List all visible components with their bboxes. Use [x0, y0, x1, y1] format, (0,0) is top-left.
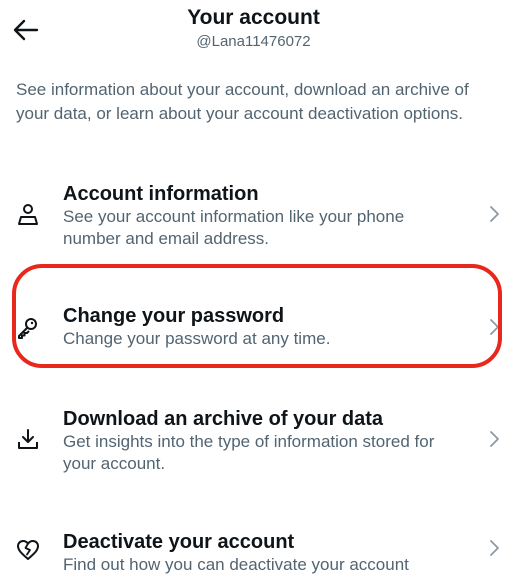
download-archive-item[interactable]: Download an archive of your data Get ins… [0, 405, 507, 475]
account-username: @Lana11476072 [196, 33, 311, 50]
account-information-title: Account information [63, 183, 259, 205]
download-archive-title: Download an archive of your data [63, 408, 384, 430]
account-information-item[interactable]: Account information See your account inf… [0, 180, 507, 250]
chevron-right-icon [490, 540, 499, 556]
broken-heart-icon [17, 540, 39, 560]
top-bar: Your account @Lana11476072 [0, 0, 507, 60]
change-password-title: Change your password [63, 305, 285, 327]
page-title: Your account [187, 6, 320, 29]
download-icon [18, 429, 38, 449]
change-password-description: Change your password at any time. [63, 329, 331, 348]
account-information-description: See your account information like your p… [63, 207, 405, 248]
key-icon [18, 318, 37, 339]
download-archive-description: Get insights into the type of informatio… [63, 432, 435, 473]
chevron-right-icon [490, 319, 499, 335]
person-icon [18, 204, 38, 225]
chevron-right-icon [490, 431, 499, 447]
deactivate-account-item[interactable]: Deactivate your account Find out how you… [0, 528, 507, 576]
chevron-right-icon [490, 206, 499, 222]
account-settings-page: Your account @Lana11476072 See informati… [0, 0, 507, 576]
change-password-item[interactable]: Change your password Change your passwor… [0, 302, 507, 358]
header-titles: Your account @Lana11476072 [0, 6, 507, 52]
deactivate-account-description: Find out how you can deactivate your acc… [63, 555, 409, 574]
deactivate-account-title: Deactivate your account [63, 531, 295, 553]
page-description: See information about your account, down… [16, 80, 469, 123]
